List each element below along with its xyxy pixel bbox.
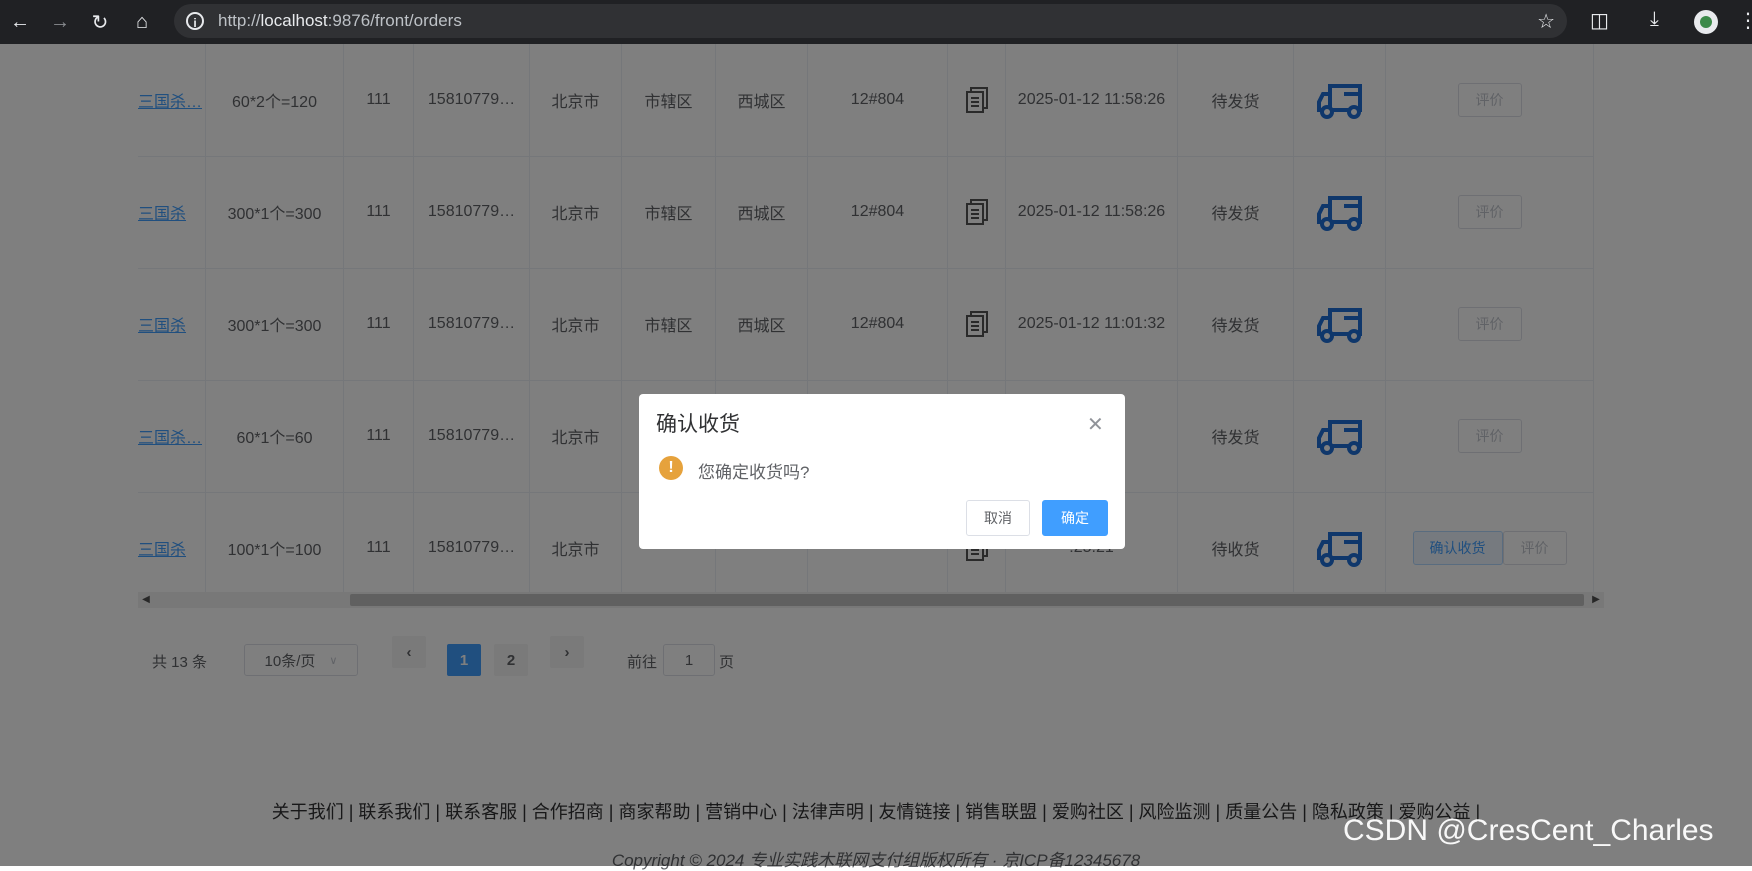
warning-icon: ! [659,456,683,480]
back-icon[interactable]: ← [0,6,40,38]
forward-icon[interactable]: → [40,6,80,38]
site-info-icon[interactable]: i [186,12,204,30]
close-icon[interactable]: ✕ [1087,412,1104,437]
cancel-button[interactable]: 取消 [966,500,1030,536]
confirm-button[interactable]: 确定 [1042,500,1108,536]
address-bar[interactable]: i http://localhost:9876/front/orders ☆ [174,4,1567,38]
confirm-receipt-dialog: 确认收货 ✕ ! 您确定收货吗? 取消 确定 [639,394,1125,549]
reload-icon[interactable]: ↻ [80,6,120,38]
home-icon[interactable]: ⌂ [122,6,162,38]
download-icon[interactable]: ⤓ [1650,8,1659,31]
url-text: http://localhost:9876/front/orders [218,11,462,30]
dialog-title: 确认收货 [656,413,740,436]
browser-toolbar: ← → ↻ ⌂ i http://localhost:9876/front/or… [0,0,1752,44]
extensions-icon[interactable]: ◫ [1590,8,1609,33]
profile-avatar[interactable] [1694,10,1718,34]
csdn-watermark: CSDN @CresCent_Charles [1343,814,1714,847]
menu-icon[interactable]: ⋮ [1738,8,1752,33]
bookmark-star-icon[interactable]: ☆ [1537,9,1555,34]
dialog-message: 您确定收货吗? [698,463,810,482]
